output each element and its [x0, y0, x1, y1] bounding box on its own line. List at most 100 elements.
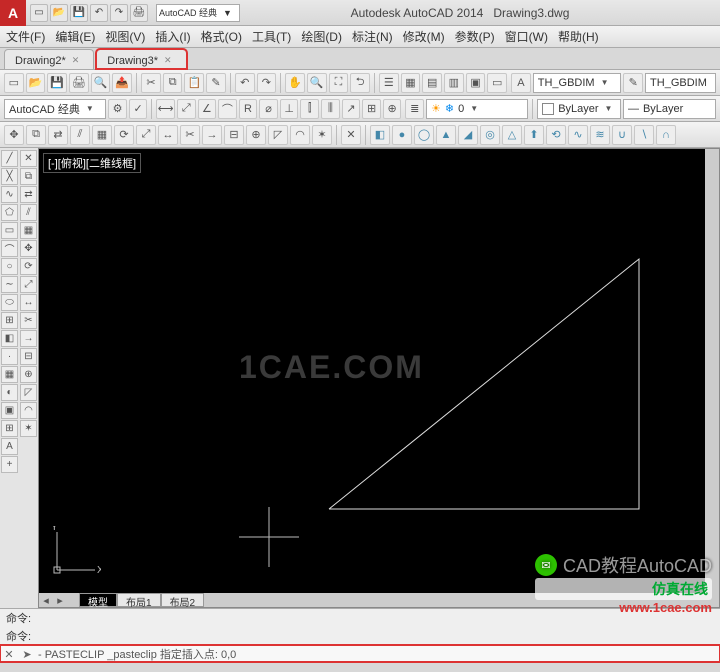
- close-icon[interactable]: ✕: [72, 55, 80, 66]
- 3d-cone-icon[interactable]: ▲: [436, 125, 456, 145]
- qat-new-icon[interactable]: ▭: [30, 4, 48, 22]
- 3d-torus-icon[interactable]: ◎: [480, 125, 500, 145]
- cut-icon[interactable]: ✂: [141, 73, 161, 93]
- app-logo-icon[interactable]: A: [0, 0, 26, 26]
- mod-chamfer-icon[interactable]: ◸: [20, 384, 37, 401]
- command-input[interactable]: - PASTECLIP _pasteclip 指定插入点: 0,0: [36, 646, 720, 662]
- ws-save-icon[interactable]: ✓: [129, 99, 148, 119]
- 3d-intersect-icon[interactable]: ∩: [656, 125, 676, 145]
- menu-modify[interactable]: 修改(M): [403, 28, 445, 45]
- region-icon[interactable]: ▣: [1, 402, 18, 419]
- new-icon[interactable]: ▭: [4, 73, 24, 93]
- qat-print-icon[interactable]: 🖨: [130, 4, 148, 22]
- designcenter-icon[interactable]: ▦: [401, 73, 421, 93]
- mod-move-icon[interactable]: ✥: [20, 240, 37, 257]
- workspace-select[interactable]: AutoCAD 经典 ▼: [156, 4, 240, 22]
- menu-tools[interactable]: 工具(T): [252, 28, 291, 45]
- arc-icon[interactable]: ⌒: [1, 240, 18, 257]
- scrollbar-horizontal[interactable]: ◂ ▸ 模型 布局1 布局2: [39, 593, 719, 607]
- dim-arc-icon[interactable]: ⌒: [218, 99, 237, 119]
- mod-trim-icon[interactable]: ✂: [20, 312, 37, 329]
- layer-manager-icon[interactable]: ≣: [405, 99, 424, 119]
- addpoint-icon[interactable]: +: [1, 456, 18, 473]
- stretch-icon[interactable]: ↔: [158, 125, 178, 145]
- qat-open-icon[interactable]: 📂: [50, 4, 68, 22]
- menu-format[interactable]: 格式(O): [201, 28, 242, 45]
- textstyle-select[interactable]: TH_GBDIM: [645, 73, 716, 93]
- trim-icon[interactable]: ✂: [180, 125, 200, 145]
- break-icon[interactable]: ⊟: [224, 125, 244, 145]
- gradient-icon[interactable]: ◐: [1, 384, 18, 401]
- menu-edit[interactable]: 编辑(E): [55, 28, 95, 45]
- mod-stretch-icon[interactable]: ↔: [20, 294, 37, 311]
- mod-copy-icon[interactable]: ⧉: [20, 168, 37, 185]
- polygon-icon[interactable]: ⬠: [1, 204, 18, 221]
- mod-erase-icon[interactable]: ✕: [20, 150, 37, 167]
- menu-window[interactable]: 窗口(W): [505, 28, 548, 45]
- menu-file[interactable]: 文件(F): [6, 28, 45, 45]
- xline-icon[interactable]: ╳: [1, 168, 18, 185]
- dim-tolerance-icon[interactable]: ⊞: [362, 99, 381, 119]
- menu-help[interactable]: 帮助(H): [558, 28, 599, 45]
- copy-obj-icon[interactable]: ⧉: [26, 125, 46, 145]
- point-icon[interactable]: ·: [1, 348, 18, 365]
- 3d-sphere-icon[interactable]: ●: [392, 125, 412, 145]
- calc-icon[interactable]: ▭: [487, 73, 507, 93]
- dim-leader-icon[interactable]: ↗: [342, 99, 361, 119]
- 3d-union-icon[interactable]: ∪: [612, 125, 632, 145]
- gear-icon[interactable]: ⚙: [108, 99, 127, 119]
- copy-icon[interactable]: ⧉: [163, 73, 183, 93]
- doc-tab-1[interactable]: Drawing2* ✕: [4, 49, 94, 69]
- move-icon[interactable]: ✥: [4, 125, 24, 145]
- mtext-icon[interactable]: A: [1, 438, 18, 455]
- 3d-pyramid-icon[interactable]: △: [502, 125, 522, 145]
- dimstyle-icon[interactable]: A: [511, 73, 531, 93]
- 3d-revolve-icon[interactable]: ⟲: [546, 125, 566, 145]
- zoom-prev-icon[interactable]: ⮌: [350, 73, 370, 93]
- extend-icon[interactable]: →: [202, 125, 222, 145]
- layout-tab-2[interactable]: 布局2: [161, 593, 205, 607]
- qat-undo-icon[interactable]: ↶: [90, 4, 108, 22]
- zoom-rt-icon[interactable]: 🔍: [307, 73, 327, 93]
- scrollbar-vertical[interactable]: [705, 149, 719, 593]
- layout-tab-model[interactable]: 模型: [79, 593, 117, 607]
- dim-angular-icon[interactable]: ∠: [198, 99, 217, 119]
- erase-icon[interactable]: ✕: [341, 125, 361, 145]
- rotate-icon[interactable]: ⟳: [114, 125, 134, 145]
- menu-parametric[interactable]: 参数(P): [455, 28, 495, 45]
- dim-baseline-icon[interactable]: ⫿: [300, 99, 319, 119]
- redo-icon[interactable]: ↷: [257, 73, 277, 93]
- mod-array-icon[interactable]: ▦: [20, 222, 37, 239]
- drawing-canvas[interactable]: [-][俯视][二维线框] 1CAE.COM Y X ◂ ▸ 模型 布局1: [38, 148, 720, 608]
- pan-icon[interactable]: ✋: [285, 73, 305, 93]
- 3d-cylinder-icon[interactable]: ◯: [414, 125, 434, 145]
- table-icon[interactable]: ⊞: [1, 420, 18, 437]
- save-icon[interactable]: 💾: [47, 73, 67, 93]
- markup-icon[interactable]: ▣: [466, 73, 486, 93]
- dim-center-icon[interactable]: ⊕: [383, 99, 402, 119]
- line-icon[interactable]: ╱: [1, 150, 18, 167]
- array-icon[interactable]: ▦: [92, 125, 112, 145]
- fillet-icon[interactable]: ◠: [290, 125, 310, 145]
- rectangle-icon[interactable]: ▭: [1, 222, 18, 239]
- publish-icon[interactable]: 📤: [112, 73, 132, 93]
- cmd-close-icon[interactable]: ✕: [0, 648, 18, 661]
- mod-offset-icon[interactable]: ⫽: [20, 204, 37, 221]
- join-icon[interactable]: ⊕: [246, 125, 266, 145]
- properties-icon[interactable]: ☰: [379, 73, 399, 93]
- dim-linear-icon[interactable]: ⟷: [156, 99, 175, 119]
- dim-aligned-icon[interactable]: ⤢: [177, 99, 196, 119]
- mod-mirror-icon[interactable]: ⇄: [20, 186, 37, 203]
- dim-diameter-icon[interactable]: ⌀: [259, 99, 278, 119]
- 3d-loft-icon[interactable]: ≋: [590, 125, 610, 145]
- layer-select[interactable]: ☀❄ 0 ▼: [426, 99, 528, 119]
- print-icon[interactable]: 🖨: [69, 73, 89, 93]
- hatch-icon[interactable]: ▦: [1, 366, 18, 383]
- scroll-right-icon[interactable]: ▸: [53, 594, 67, 607]
- command-input-row[interactable]: ✕ ➤ - PASTECLIP _pasteclip 指定插入点: 0,0: [0, 645, 720, 662]
- 3d-extrude-icon[interactable]: ⬆: [524, 125, 544, 145]
- dim-continue-icon[interactable]: ⫼: [321, 99, 340, 119]
- dim-ordinate-icon[interactable]: ⊥: [280, 99, 299, 119]
- dim-radius-icon[interactable]: R: [239, 99, 258, 119]
- mirror-icon[interactable]: ⇄: [48, 125, 68, 145]
